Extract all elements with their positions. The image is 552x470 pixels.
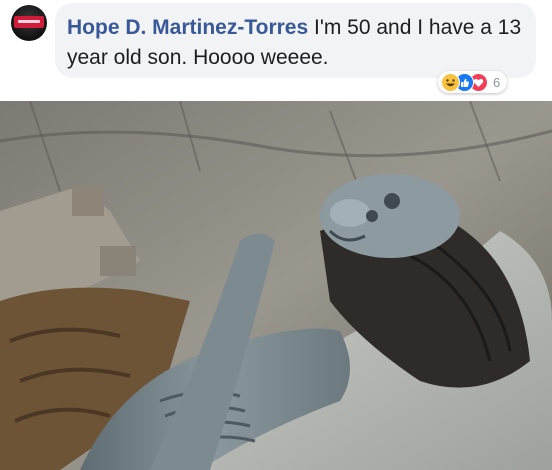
reactions-summary[interactable]: 6 xyxy=(438,71,508,93)
haha-icon xyxy=(441,72,460,92)
comment-bubble: Hope D. Martinez-Torres I'm 50 and I hav… xyxy=(55,3,536,78)
comment-author[interactable]: Hope D. Martinez-Torres xyxy=(67,16,308,39)
attached-photo[interactable] xyxy=(0,101,552,470)
reaction-count: 6 xyxy=(493,74,501,90)
avatar[interactable] xyxy=(11,5,47,41)
comment: Hope D. Martinez-Torres I'm 50 and I hav… xyxy=(0,0,552,101)
avatar-logo-icon xyxy=(14,16,44,28)
